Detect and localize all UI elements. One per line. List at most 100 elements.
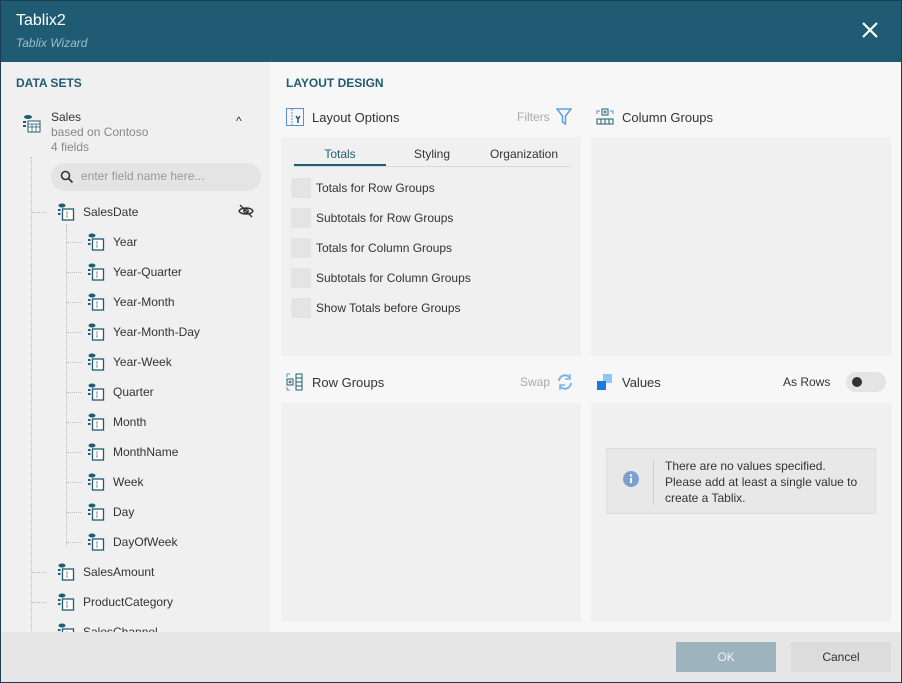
- checkbox[interactable]: [291, 208, 311, 228]
- field-icon: [58, 563, 75, 581]
- field-icon: [88, 233, 105, 251]
- checkbox-label: Subtotals for Row Groups: [316, 211, 454, 225]
- as-rows-toggle[interactable]: [846, 372, 886, 392]
- layout-options-header: Layout Options: [286, 108, 399, 126]
- tree-line: [67, 542, 81, 543]
- tree-line: [67, 242, 81, 243]
- checkbox-option[interactable]: Totals for Row Groups: [291, 178, 435, 198]
- row-groups-header: Row Groups: [286, 373, 384, 391]
- dataset-source: based on Contoso: [51, 125, 149, 139]
- checkbox[interactable]: [291, 238, 311, 258]
- field-item[interactable]: Year-Quarter: [87, 262, 182, 282]
- message-line: create a Tablix.: [665, 491, 746, 505]
- swap-button[interactable]: Swap: [520, 373, 574, 391]
- field-icon: [88, 413, 105, 431]
- field-item[interactable]: Month: [87, 412, 146, 432]
- field-icon: [88, 533, 105, 551]
- dialog-subtitle: Tablix Wizard: [16, 36, 88, 50]
- close-icon[interactable]: [858, 18, 882, 42]
- field-label: Day: [113, 505, 135, 519]
- tree-line: [67, 302, 81, 303]
- field-item[interactable]: ProductCategory: [57, 592, 173, 612]
- column-groups-header: Column Groups: [596, 108, 713, 126]
- datasets-heading: DATA SETS: [16, 76, 82, 90]
- values-icon: [597, 374, 612, 390]
- checkbox-option[interactable]: Subtotals for Column Groups: [291, 268, 471, 288]
- cancel-button[interactable]: Cancel: [791, 642, 891, 672]
- tree-line: [67, 482, 81, 483]
- field-icon: [88, 383, 105, 401]
- swap-icon: [558, 374, 573, 390]
- field-label: Quarter: [113, 385, 154, 399]
- checkbox-label: Subtotals for Column Groups: [316, 271, 471, 285]
- tab-totals[interactable]: Totals: [294, 145, 386, 166]
- tree-line: [32, 602, 46, 603]
- tree-line: [31, 157, 32, 632]
- tree-line: [67, 452, 81, 453]
- checkbox-option[interactable]: Subtotals for Row Groups: [291, 208, 453, 228]
- values-title: Values: [622, 374, 661, 390]
- field-icon: [58, 593, 75, 611]
- layout-options-title: Layout Options: [312, 109, 400, 125]
- field-icon: [88, 293, 105, 311]
- layout-options-icon: [286, 108, 304, 126]
- tree-line: [32, 572, 46, 573]
- row-groups-icon: [286, 373, 303, 391]
- tree-line: [32, 212, 46, 213]
- as-rows-label: As Rows: [783, 375, 831, 389]
- field-icon: [88, 503, 105, 521]
- layout-design-panel: LAYOUT DESIGN Layout Options Filters Tot…: [270, 62, 902, 632]
- field-label: ProductCategory: [83, 595, 174, 609]
- field-item[interactable]: DayOfWeek: [87, 532, 177, 552]
- field-item[interactable]: Year-Week: [87, 352, 172, 372]
- dialog-title: Tablix2: [16, 12, 66, 29]
- filters-label: Filters: [517, 110, 550, 124]
- column-groups-title: Column Groups: [622, 109, 714, 125]
- info-icon: [623, 471, 639, 487]
- field-search-input[interactable]: [81, 169, 251, 183]
- field-icon: [88, 323, 105, 341]
- filters-button[interactable]: Filters: [517, 108, 572, 126]
- field-item[interactable]: Year: [87, 232, 137, 252]
- checkbox-option[interactable]: Show Totals before Groups: [291, 298, 461, 318]
- chevron-up-icon[interactable]: ^: [236, 114, 242, 128]
- no-values-message: There are no values specified. Please ad…: [606, 448, 876, 514]
- field-label: SalesDate: [83, 205, 139, 219]
- checkbox[interactable]: [291, 268, 311, 288]
- row-groups-title: Row Groups: [312, 374, 385, 390]
- dataset-field-count: 4 fields: [51, 140, 90, 154]
- layout-options-tabs: Totals Styling Organization: [294, 145, 570, 167]
- field-icon: [88, 473, 105, 491]
- tree-line: [67, 392, 81, 393]
- row-groups-dropzone[interactable]: [281, 403, 581, 622]
- tree-line: [67, 332, 81, 333]
- field-item[interactable]: MonthName: [87, 442, 178, 462]
- checkbox-option[interactable]: Totals for Column Groups: [291, 238, 452, 258]
- field-label: Week: [113, 475, 144, 489]
- field-label: MonthName: [113, 445, 179, 459]
- field-item[interactable]: Year-Month-Day: [87, 322, 200, 342]
- field-item[interactable]: Quarter: [87, 382, 154, 402]
- field-label: Year-Quarter: [113, 265, 182, 279]
- field-item[interactable]: Year-Month: [87, 292, 175, 312]
- ok-button[interactable]: OK: [676, 642, 776, 672]
- checkbox[interactable]: [291, 298, 311, 318]
- field-icon: [58, 203, 75, 221]
- tab-organization[interactable]: Organization: [478, 145, 570, 166]
- dataset-name: Sales: [51, 110, 82, 124]
- eye-slash-icon[interactable]: [238, 203, 254, 222]
- checkbox-label: Totals for Column Groups: [316, 241, 453, 255]
- layout-design-heading: LAYOUT DESIGN: [286, 76, 384, 90]
- field-item[interactable]: Day: [87, 502, 134, 522]
- values-dropzone[interactable]: There are no values specified. Please ad…: [591, 403, 891, 622]
- field-item[interactable]: SalesDate: [57, 202, 138, 222]
- field-item[interactable]: Week: [87, 472, 143, 492]
- tab-styling[interactable]: Styling: [386, 145, 478, 166]
- field-search[interactable]: [51, 163, 261, 191]
- checkbox[interactable]: [291, 178, 311, 198]
- column-groups-dropzone[interactable]: [591, 137, 891, 356]
- field-item[interactable]: SalesAmount: [57, 562, 154, 582]
- field-item[interactable]: SalesChannel: [57, 622, 158, 632]
- tree-line: [67, 362, 81, 363]
- field-label: SalesAmount: [83, 565, 155, 579]
